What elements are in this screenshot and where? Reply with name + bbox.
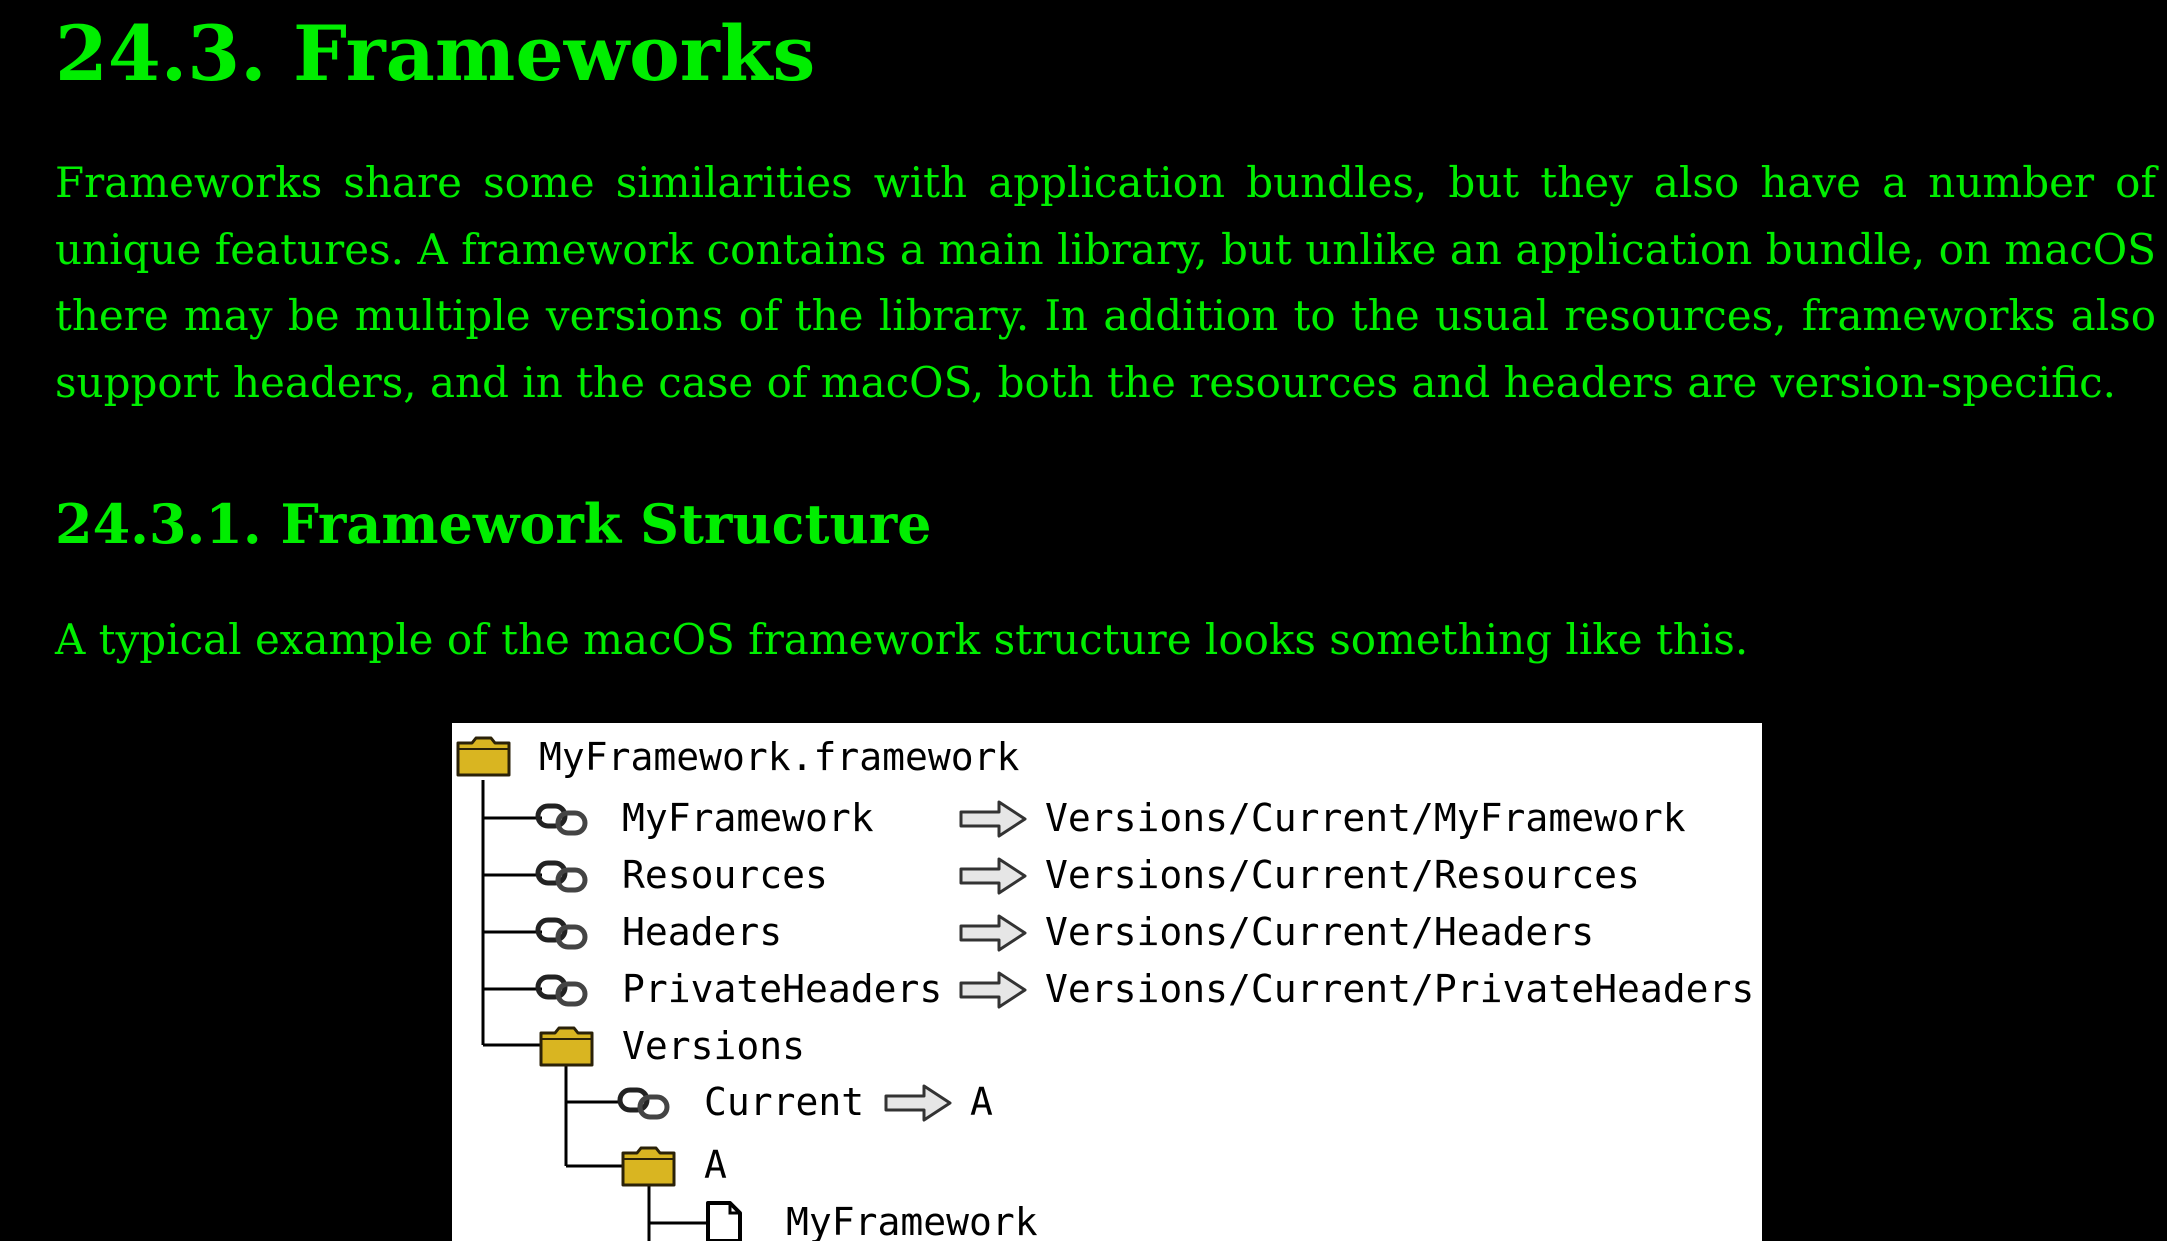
versions-folder-label: Versions — [622, 1024, 805, 1068]
link-icon — [538, 863, 585, 890]
arrow-right-icon — [959, 971, 1027, 1009]
link-name: Resources — [622, 853, 828, 897]
link-icon — [538, 806, 585, 833]
link-target: Versions/Current/MyFramework — [1045, 796, 1686, 840]
link-name: Headers — [622, 910, 782, 954]
link-icon — [538, 920, 585, 947]
folder-icon — [539, 1026, 594, 1067]
version-folder-label: A — [704, 1143, 727, 1187]
arrow-right-icon — [884, 1084, 952, 1122]
intro-paragraph: Frameworks share some similarities with … — [55, 158, 2156, 407]
current-link-name: Current — [704, 1080, 864, 1124]
folder-icon — [456, 736, 511, 777]
subsection-heading: 24.3.1. Framework Structure — [55, 492, 932, 556]
link-target: Versions/Current/PrivateHeaders — [1045, 967, 1754, 1011]
link-name: MyFramework — [622, 796, 874, 840]
link-icon — [538, 977, 585, 1004]
root-folder-label: MyFramework.framework — [539, 735, 1020, 779]
file-icon — [706, 1201, 742, 1241]
example-paragraph: A typical example of the macOS framework… — [55, 615, 1749, 664]
link-target: Versions/Current/Resources — [1045, 853, 1640, 897]
framework-structure-diagram: MyFramework.framework MyFramework Versio… — [452, 723, 1762, 1241]
arrow-right-icon — [959, 857, 1027, 895]
folder-icon — [621, 1146, 676, 1187]
arrow-right-icon — [959, 800, 1027, 838]
link-name: PrivateHeaders — [622, 967, 942, 1011]
link-icon — [620, 1090, 667, 1117]
current-link-target: A — [970, 1080, 993, 1124]
section-heading: 24.3. Frameworks — [55, 9, 816, 98]
library-file-label: MyFramework — [786, 1200, 1038, 1241]
arrow-right-icon — [959, 914, 1027, 952]
link-target: Versions/Current/Headers — [1045, 910, 1594, 954]
